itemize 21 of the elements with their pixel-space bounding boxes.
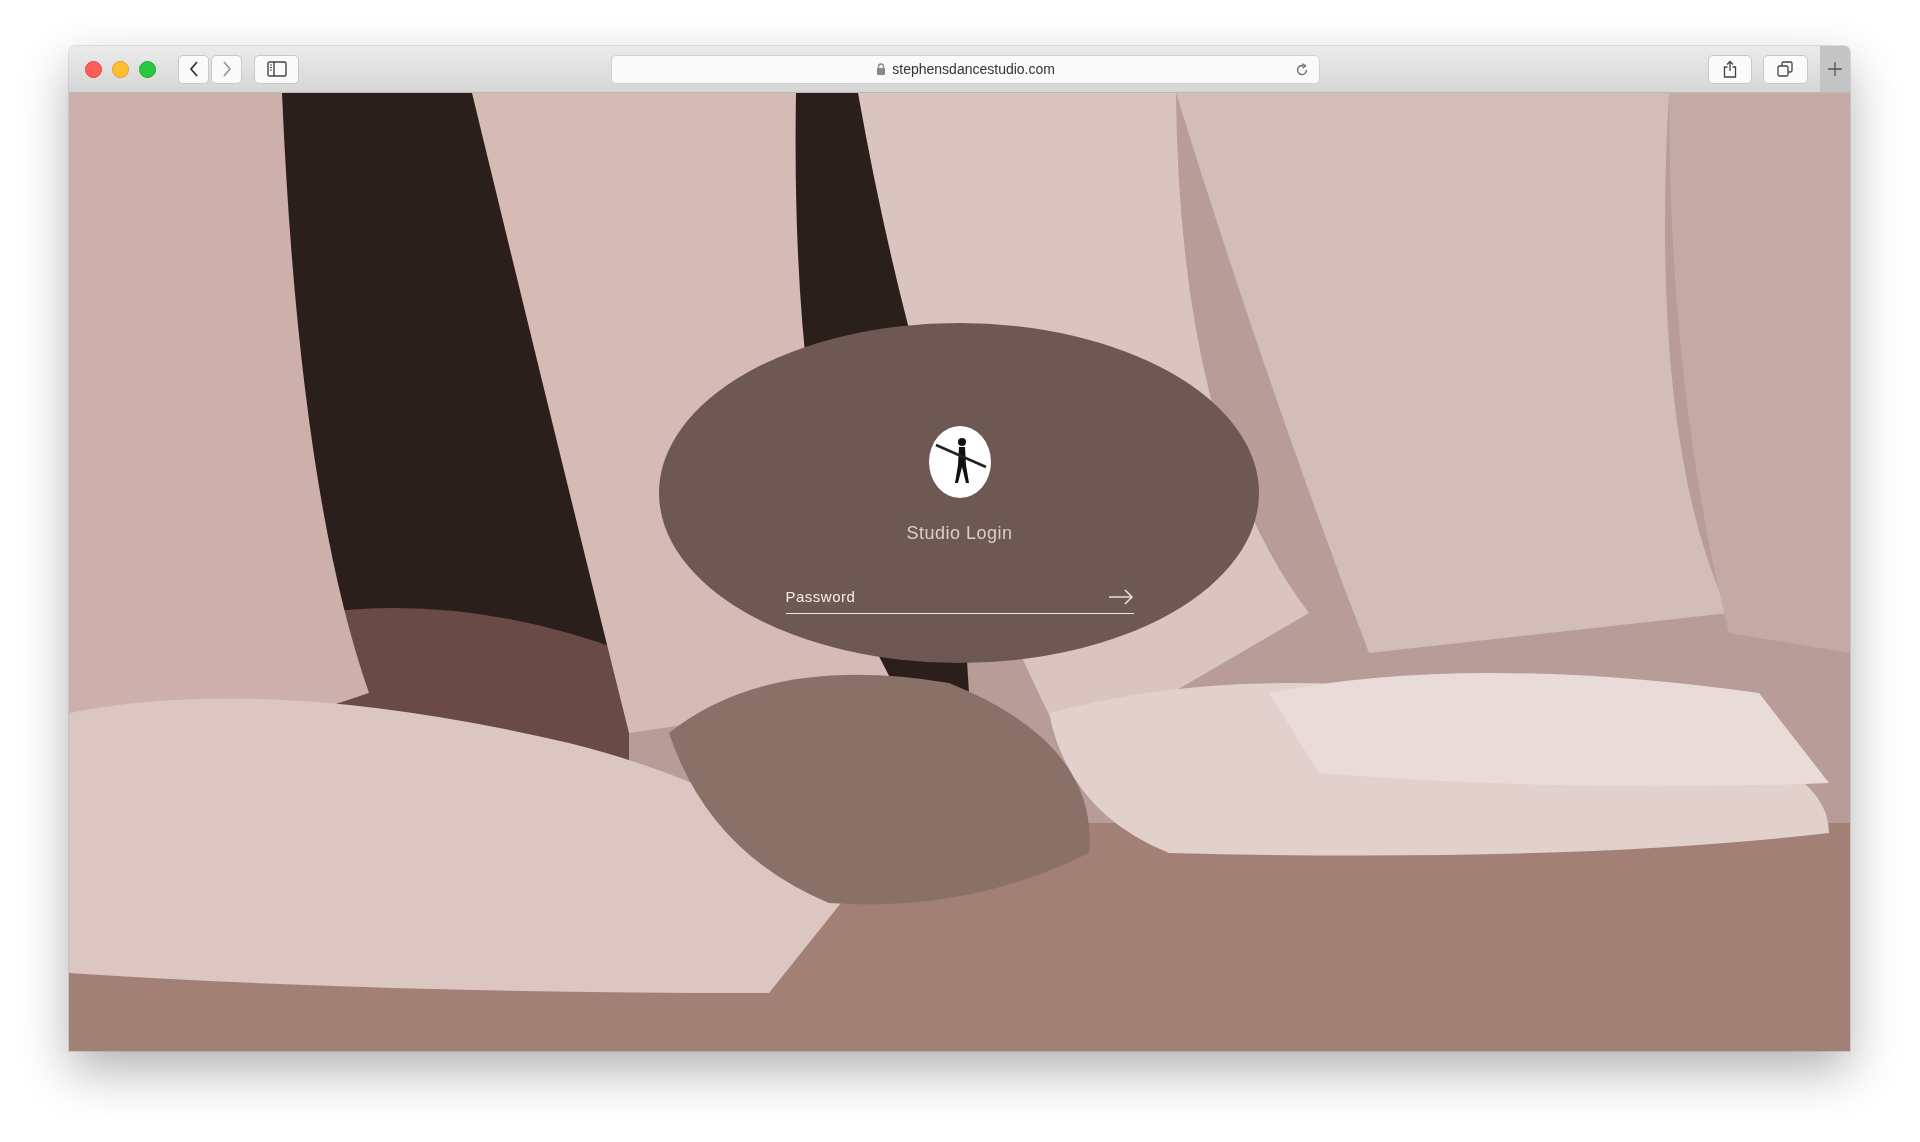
tabs-button[interactable] (1763, 54, 1808, 84)
address-bar[interactable]: stephensdancestudio.com (611, 54, 1320, 84)
url-text: stephensdancestudio.com (892, 61, 1055, 77)
share-icon (1723, 60, 1738, 78)
login-title: Studio Login (906, 523, 1013, 544)
sidebar-icon (266, 61, 287, 77)
close-button[interactable] (85, 60, 102, 78)
share-button[interactable] (1708, 54, 1753, 84)
dancer-logo-icon (927, 425, 992, 499)
tabs-icon (1777, 61, 1794, 77)
plus-icon (1827, 61, 1842, 76)
lock-icon (876, 63, 887, 75)
new-tab-button[interactable] (1819, 46, 1850, 92)
reload-icon[interactable] (1295, 62, 1309, 77)
submit-button[interactable] (1107, 588, 1134, 605)
password-field[interactable]: Password (785, 588, 1108, 605)
back-button[interactable] (178, 54, 209, 84)
sidebar-button[interactable] (254, 54, 300, 84)
chevron-right-icon (220, 60, 233, 78)
chevron-left-icon (187, 60, 200, 78)
arrow-right-icon (1107, 588, 1134, 605)
